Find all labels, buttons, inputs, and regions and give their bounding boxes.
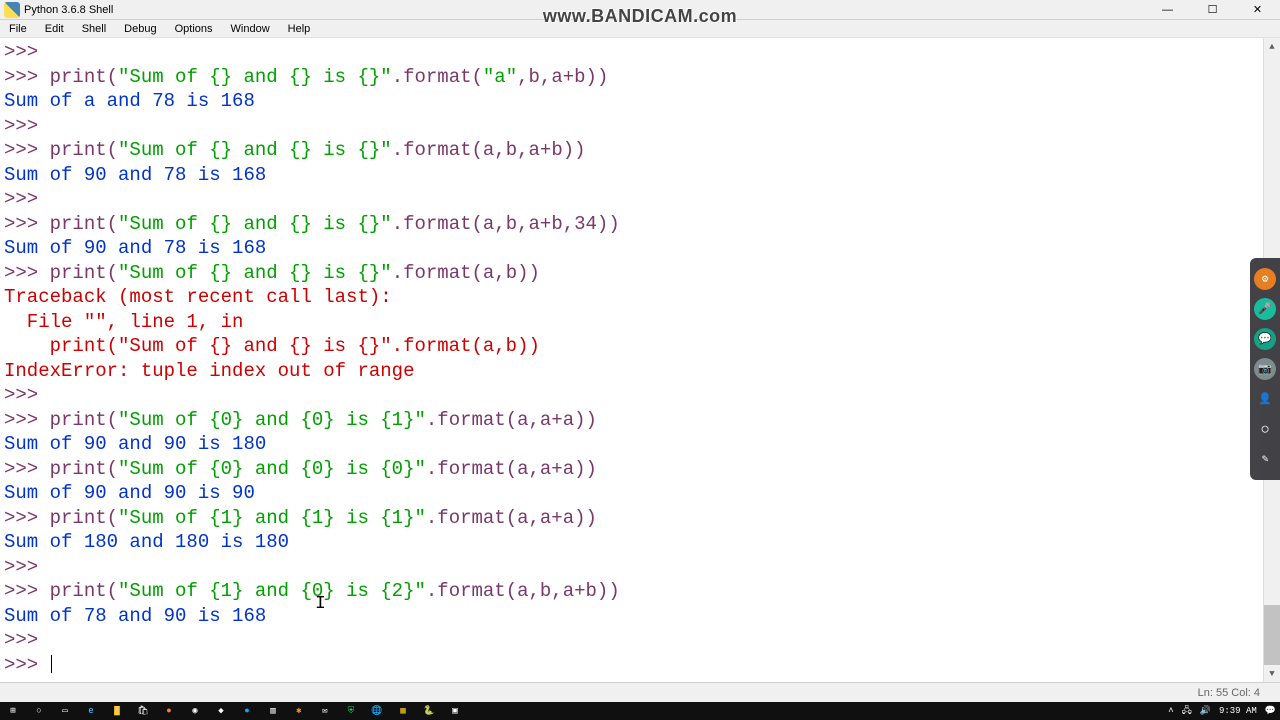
menu-edit[interactable]: Edit (36, 23, 73, 35)
mail-icon[interactable]: ✉ (312, 702, 338, 720)
skype-icon[interactable]: ● (234, 702, 260, 720)
explorer-icon[interactable]: ▇ (104, 702, 130, 720)
shell-content[interactable]: >>> >>> print("Sum of {} and {} is {}".f… (0, 38, 1263, 682)
notepad-icon[interactable]: ▥ (260, 702, 286, 720)
shield-icon[interactable]: ⛨ (338, 702, 364, 720)
menu-file[interactable]: File (0, 23, 36, 35)
tray-clock[interactable]: 9:39 AM (1219, 706, 1257, 716)
recorder-side-panel: ⚙ 🎤 💬 📷 👤 ◯ ✎ (1250, 258, 1280, 480)
tray-network-icon[interactable]: 🖧 (1182, 703, 1192, 719)
app4-icon[interactable]: ▣ (442, 702, 468, 720)
system-tray[interactable]: ˄ 🖧 🔊 9:39 AM 💬 (1164, 703, 1280, 719)
windows-taskbar: ⊞ ○ ▭ e ▇ 🛍 ● ◉ ◆ ● ▥ ✱ ✉ ⛨ 🌐 ▦ 🐍 ▣ ˄ 🖧 … (0, 702, 1280, 720)
menu-shell[interactable]: Shell (73, 23, 115, 35)
chat-icon[interactable]: 💬 (1254, 328, 1276, 350)
edge-icon[interactable]: e (78, 702, 104, 720)
menu-window[interactable]: Window (222, 23, 279, 35)
text-cursor-indicator: I (315, 594, 326, 614)
cortana-icon[interactable]: ○ (26, 702, 52, 720)
status-text: Ln: 55 Col: 4 (1198, 687, 1260, 699)
tray-chevron-icon[interactable]: ˄ (1168, 706, 1173, 716)
bandicam-watermark: www.BANDICAM.com (543, 6, 737, 27)
person-icon[interactable]: 👤 (1254, 388, 1276, 410)
status-bar: Ln: 55 Col: 4 (0, 682, 1280, 702)
camera-icon[interactable]: 📷 (1254, 358, 1276, 380)
menu-options[interactable]: Options (166, 23, 222, 35)
firefox-icon[interactable]: ● (156, 702, 182, 720)
record-icon[interactable]: ⚙ (1254, 268, 1276, 290)
maximize-button[interactable]: ☐ (1190, 0, 1235, 20)
app3-icon[interactable]: ▦ (390, 702, 416, 720)
start-button[interactable]: ⊞ (0, 702, 26, 720)
scroll-thumb[interactable] (1264, 605, 1280, 665)
store-icon[interactable]: 🛍 (130, 702, 156, 720)
chrome-icon[interactable]: ◉ (182, 702, 208, 720)
ring-icon[interactable]: ◯ (1254, 418, 1276, 440)
tray-notifications-icon[interactable]: 💬 (1265, 706, 1276, 716)
scroll-track[interactable] (1264, 55, 1280, 75)
scroll-down-button[interactable]: ▼ (1264, 665, 1280, 682)
pen-icon[interactable]: ✎ (1254, 448, 1276, 470)
close-button[interactable]: ✕ (1235, 0, 1280, 20)
menu-help[interactable]: Help (279, 23, 320, 35)
menu-debug[interactable]: Debug (115, 23, 165, 35)
mic-icon[interactable]: 🎤 (1254, 298, 1276, 320)
tray-volume-icon[interactable]: 🔊 (1200, 706, 1211, 716)
app-icon[interactable]: ◆ (208, 702, 234, 720)
app2-icon[interactable]: ✱ (286, 702, 312, 720)
python-icon (4, 2, 20, 18)
globe-icon[interactable]: 🌐 (364, 702, 390, 720)
scroll-up-button[interactable]: ▲ (1264, 38, 1280, 55)
taskview-icon[interactable]: ▭ (52, 702, 78, 720)
minimize-button[interactable]: — (1145, 0, 1190, 20)
idle-icon[interactable]: 🐍 (416, 702, 442, 720)
